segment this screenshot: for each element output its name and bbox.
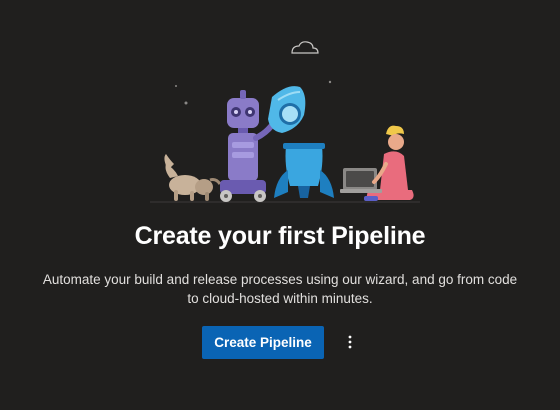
rocket-figure [268,86,334,198]
cloud-icon [291,41,319,54]
pipelines-empty-state: Create your first Pipeline Automate your… [0,0,560,410]
create-pipeline-button[interactable]: Create Pipeline [202,326,324,359]
dog-figure [164,154,222,201]
empty-state-actions: Create Pipeline [0,326,560,359]
more-actions-button[interactable] [338,330,362,354]
robot-figure [220,90,277,202]
developer-figure [340,125,414,201]
empty-state-description: Automate your build and release processe… [42,272,518,306]
pipeline-illustration [150,41,420,203]
more-vertical-icon [348,335,352,349]
empty-state-title: Create your first Pipeline [134,222,426,250]
